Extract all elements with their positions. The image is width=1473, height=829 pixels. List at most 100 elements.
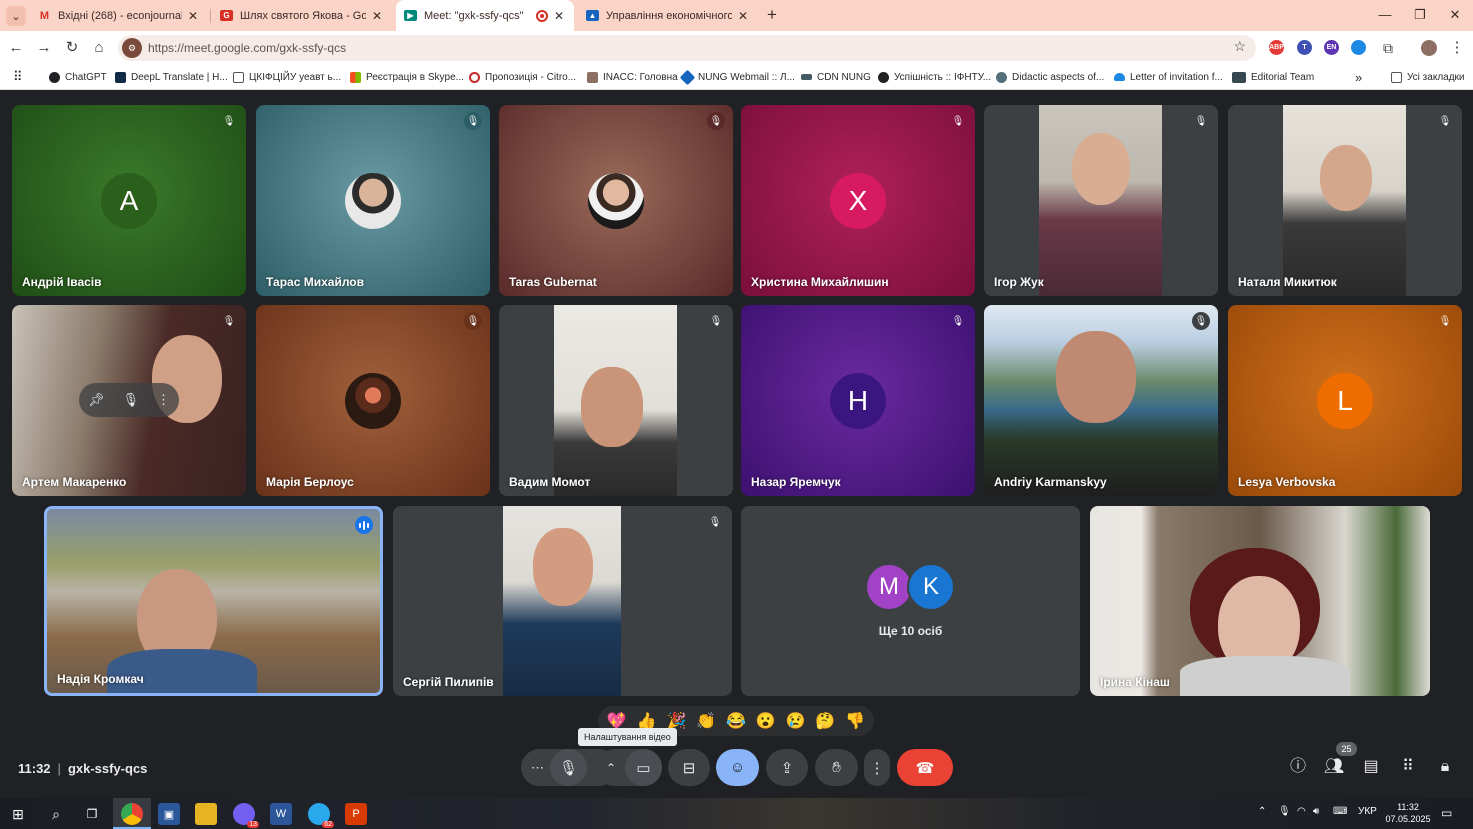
reload-icon[interactable]: ↻ — [62, 38, 82, 58]
tab-close-icon[interactable]: ✕ — [552, 9, 566, 23]
input-language[interactable]: УКР — [1358, 806, 1377, 817]
profile-avatar[interactable] — [1421, 40, 1437, 56]
captions-button[interactable]: ⊟ — [668, 749, 710, 786]
translate-icon[interactable]: T — [1297, 40, 1312, 55]
bookmark-star-icon[interactable]: ☆ — [1233, 38, 1246, 55]
pin-icon[interactable]: 📌︎ — [88, 392, 105, 408]
reaction-clap[interactable]: 👏 — [696, 711, 716, 731]
tray-microphone-icon[interactable]: 🎙︎ — [1278, 806, 1291, 817]
present-screen-button[interactable]: ⇪ — [766, 749, 808, 786]
viber-icon[interactable]: 13 — [233, 803, 259, 828]
bookmark-folder[interactable]: ЦКІФЦІЙУ уеавт ь... — [233, 69, 341, 85]
tab-close-icon[interactable]: ✕ — [370, 9, 384, 23]
tab-close-icon[interactable]: ✕ — [736, 9, 750, 23]
more-participants-tile[interactable]: M K Ще 10 осіб — [741, 506, 1080, 696]
system-clock[interactable]: 11:32 07.05.2025 — [1385, 801, 1431, 825]
forward-icon[interactable]: → — [34, 38, 54, 58]
powerpoint-icon[interactable]: P — [345, 803, 367, 825]
address-bar[interactable]: ⚙ https://meet.google.com/gxk-ssfy-qcs ☆ — [118, 35, 1256, 61]
tab-meet[interactable]: ▶ Meet: "gxk-ssfy-qcs" ✕ — [396, 0, 574, 31]
tray-overflow-icon[interactable]: ⌃ — [1258, 806, 1266, 817]
reactions-button[interactable]: ☺ — [716, 749, 759, 786]
minimize-icon[interactable]: — — [1375, 5, 1395, 25]
raise-hand-button[interactable]: ✋︎ — [815, 749, 858, 786]
participant-tile[interactable]: 🎙︎ Марія Берлоус — [256, 305, 490, 496]
camera-icon[interactable]: ▭ — [625, 749, 662, 786]
chat-icon[interactable]: ▤ — [1360, 756, 1382, 778]
extensions-puzzle-icon[interactable]: ⧉ — [1378, 38, 1398, 58]
participant-name: Ігор Жук — [994, 275, 1044, 289]
bookmark-editorial[interactable]: Editorial Team — [1232, 69, 1314, 85]
tab-gorgany[interactable]: G Шлях святого Якова - Gorgany ✕ — [212, 0, 392, 31]
bookmarks-overflow-icon[interactable]: » — [1355, 69, 1362, 85]
volume-icon[interactable]: 🔊︎ — [1313, 806, 1319, 817]
bookmark-grades[interactable]: Успішність :: ІФНТУ... — [878, 69, 991, 85]
participant-tile[interactable]: 🎙︎ Andriy Karmanskyy — [984, 305, 1218, 496]
close-window-icon[interactable]: ✕ — [1445, 5, 1465, 25]
reaction-laugh[interactable]: 😂 — [726, 711, 746, 731]
reaction-thinking[interactable]: 🤔 — [815, 711, 835, 731]
chrome-icon[interactable] — [121, 803, 143, 825]
restore-icon[interactable]: ❐ — [1410, 5, 1430, 25]
bookmark-inacc[interactable]: INACC: Головна — [587, 69, 678, 85]
more-options-button[interactable]: ⋮ — [864, 749, 890, 786]
keyboard-icon[interactable]: ⌨ — [1333, 806, 1347, 817]
participant-tile[interactable]: 🎙︎ Ігор Жук — [984, 105, 1218, 296]
bookmark-citro[interactable]: Пропозиція - Citro... — [469, 69, 576, 85]
participant-tile[interactable]: H 🎙︎ Назар Яремчук — [741, 305, 975, 496]
bookmark-letter[interactable]: Letter of invitation f... — [1114, 69, 1223, 85]
reaction-surprised[interactable]: 😮 — [756, 711, 776, 731]
host-controls-icon[interactable]: 🔒︎ — [1434, 756, 1456, 778]
participant-tile[interactable]: 🎙︎ Вадим Момот — [499, 305, 733, 496]
reaction-thumbs-down[interactable]: 👎 — [845, 711, 865, 731]
save-disk-icon[interactable]: ▣ — [158, 803, 180, 825]
participant-tile[interactable]: A 🎙︎ Андрій Івасів — [12, 105, 246, 296]
back-icon[interactable]: ← — [6, 38, 26, 58]
activities-icon[interactable]: ⠿ — [1397, 756, 1419, 778]
language-extension-icon[interactable]: EN — [1324, 40, 1339, 55]
reaction-sad[interactable]: 😢 — [786, 711, 806, 731]
notifications-icon[interactable]: ▭ — [1441, 806, 1452, 820]
home-icon[interactable]: ⌂ — [89, 38, 109, 58]
meeting-details-icon[interactable]: ⓘ — [1287, 756, 1309, 778]
bookmark-webmail[interactable]: NUNG Webmail :: Л... — [679, 69, 795, 85]
site-info-icon[interactable]: ⚙ — [122, 38, 142, 58]
tab-gmail[interactable]: M Вхідні (268) - econjournal@nun ✕ — [30, 0, 208, 31]
participant-tile[interactable]: 🎙︎ Taras Gubernat — [499, 105, 733, 296]
mute-participant-icon[interactable]: 🎙︎ — [122, 392, 139, 408]
more-options-icon[interactable]: ⋮ — [157, 392, 170, 408]
tab-economic-department[interactable]: ▲ Управління економічного роз ✕ — [578, 0, 758, 31]
bookmark-skype[interactable]: Реєстрація в Skype... — [350, 69, 464, 85]
tab-close-icon[interactable]: ✕ — [186, 9, 200, 23]
search-icon[interactable]: ⌕ — [45, 803, 67, 825]
tab-search-icon[interactable]: ⌄ — [6, 6, 26, 26]
bookmark-cdn[interactable]: CDN NUNG — [801, 69, 871, 85]
extension-globe-icon[interactable] — [1351, 40, 1366, 55]
bookmark-deepl[interactable]: DeepL Translate | H... — [115, 69, 228, 85]
windows-start-icon[interactable]: ⊞ — [7, 803, 29, 825]
microphone-icon[interactable]: 🎙︎ — [550, 749, 587, 786]
participant-tile[interactable]: 🎙︎ Наталя Микитюк — [1228, 105, 1462, 296]
participant-tile[interactable]: X 🎙︎ Христина Михайлишин — [741, 105, 975, 296]
word-icon[interactable]: W — [270, 803, 292, 825]
participant-tile-speaking[interactable]: Надія Кромкач — [44, 506, 383, 696]
participant-tile[interactable]: 🎙︎ Тарас Михайлов — [256, 105, 490, 296]
browser-menu-icon[interactable]: ⋮ — [1447, 38, 1467, 58]
telegram-icon[interactable]: 62 — [308, 803, 334, 828]
wifi-icon[interactable]: ◠ — [1297, 806, 1306, 817]
participant-tile[interactable]: 📌︎ 🎙︎ ⋮ 🎙︎ Артем Макаренко — [12, 305, 246, 496]
adblock-icon[interactable]: ABP — [1269, 40, 1284, 55]
new-tab-icon[interactable]: + — [763, 6, 781, 24]
participant-tile[interactable]: L 🎙︎ Lesya Verbovska — [1228, 305, 1462, 496]
bookmark-chatgpt[interactable]: ChatGPT — [49, 69, 107, 85]
all-bookmarks-folder[interactable]: Усі закладки — [1391, 69, 1465, 85]
task-view-icon[interactable]: ❐ — [81, 803, 103, 825]
url-text[interactable]: https://meet.google.com/gxk-ssfy-qcs — [148, 41, 346, 55]
leave-call-button[interactable]: ☎ — [897, 749, 953, 786]
participant-tile[interactable]: Ірина Кінаш — [1090, 506, 1430, 696]
participant-tile[interactable]: 🎙︎ Сергій Пилипів — [393, 506, 732, 696]
apps-grid-icon[interactable]: ⠿ — [13, 69, 23, 85]
file-explorer-icon[interactable] — [195, 803, 217, 825]
bookmark-didactic[interactable]: Didactic aspects of... — [996, 69, 1104, 85]
people-icon[interactable]: 👥︎ — [1323, 756, 1345, 778]
